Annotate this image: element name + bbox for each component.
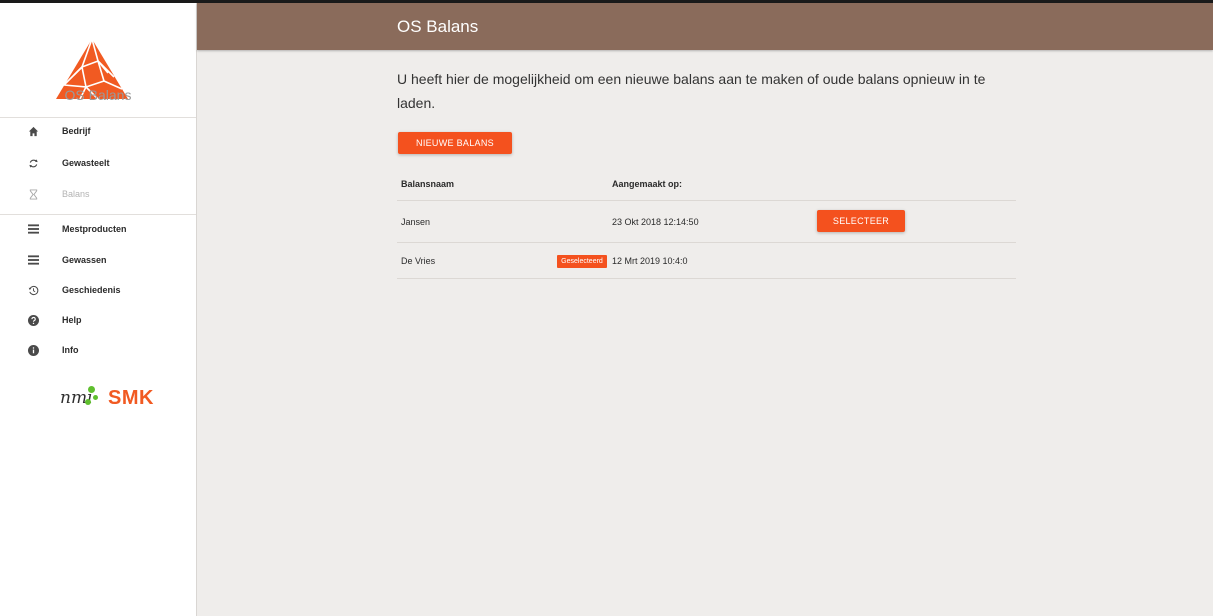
history-icon [26, 283, 40, 297]
sidebar-item-gewasteelt[interactable]: Gewasteelt [0, 149, 196, 177]
intro-text: U heeft hier de mogelijkheid om een nieu… [397, 71, 986, 111]
help-icon [26, 313, 40, 327]
sidebar-item-label: Info [62, 345, 79, 355]
selected-badge: Geselecteerd [557, 255, 607, 268]
new-balance-button[interactable]: NIEUWE BALANS [398, 132, 512, 154]
table-divider [397, 200, 1016, 201]
app-header: OS Balans [197, 3, 1213, 50]
logo-text: OS Balans [64, 87, 132, 103]
nmi-dot-icon [85, 399, 91, 405]
sidebar-item-label: Geschiedenis [62, 285, 121, 295]
row-created: 23 Okt 2018 12:14:50 [612, 217, 699, 227]
sidebar-item-label: Gewassen [62, 255, 107, 265]
sync-icon [26, 156, 40, 170]
list-icon [26, 253, 40, 267]
sidebar-item-label: Bedrijf [62, 126, 91, 136]
sidebar-item-label: Mestproducten [62, 224, 127, 234]
nmi-dot-icon [93, 395, 98, 400]
sidebar-item-label: Help [62, 315, 82, 325]
row-created: 12 Mrt 2019 10:4:0 [612, 256, 688, 266]
sidebar-item-mestproducten[interactable]: Mestproducten [0, 215, 196, 243]
select-button[interactable]: SELECTEER [817, 210, 905, 232]
sidebar-item-balans[interactable]: Balans [0, 180, 196, 208]
column-header-created: Aangemaakt op: [612, 179, 683, 189]
sidebar-item-gewassen[interactable]: Gewassen [0, 246, 196, 274]
sidebar-item-label: Gewasteelt [62, 158, 110, 168]
row-name: Jansen [401, 217, 431, 227]
sidebar-item-help[interactable]: Help [0, 306, 196, 334]
sidebar-item-bedrijf[interactable]: Bedrijf [0, 117, 196, 145]
partner-logos: nmi SMK [60, 386, 170, 416]
column-header-name: Balansnaam [401, 179, 455, 189]
row-name: De Vries [401, 256, 436, 266]
sidebar: OS Balans Bedrijf Gewasteelt Balans Mest… [0, 3, 197, 616]
hourglass-icon [26, 187, 40, 201]
table-divider [397, 278, 1016, 279]
table-divider [397, 242, 1016, 243]
info-icon [26, 343, 40, 357]
smk-logo: SMK [108, 387, 154, 409]
list-icon [26, 222, 40, 236]
nmi-dot-icon [88, 386, 95, 393]
sidebar-item-label: Balans [62, 189, 90, 199]
home-icon [26, 124, 40, 138]
sidebar-item-info[interactable]: Info [0, 336, 196, 364]
sidebar-item-geschiedenis[interactable]: Geschiedenis [0, 276, 196, 304]
page-title: OS Balans [397, 17, 479, 36]
